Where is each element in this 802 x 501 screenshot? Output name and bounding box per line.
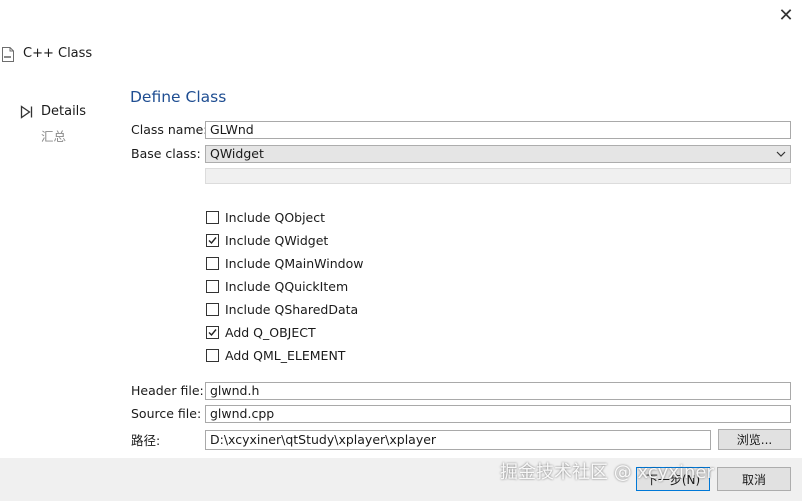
checkbox-label: Include QSharedData bbox=[225, 301, 359, 317]
cpp-file-icon bbox=[2, 47, 14, 62]
checkbox-box[interactable] bbox=[206, 302, 219, 316]
checkmark-icon bbox=[208, 328, 217, 336]
path-label: 路径: bbox=[131, 433, 161, 448]
chevron-down-icon bbox=[776, 151, 786, 157]
header-file-input[interactable]: glwnd.h bbox=[205, 382, 791, 400]
checkmark-icon bbox=[208, 236, 217, 244]
checkbox-include-qwidget[interactable]: Include QWidget bbox=[206, 231, 328, 249]
checkbox-label: Include QWidget bbox=[225, 232, 329, 248]
source-file-label: Source file: bbox=[131, 406, 202, 421]
checkbox-box[interactable] bbox=[206, 279, 219, 293]
base-class-extra-field bbox=[205, 168, 791, 184]
checkbox-label: Include QMainWindow bbox=[225, 255, 364, 271]
checkbox-include-qobject[interactable]: Include QObject bbox=[206, 208, 325, 226]
source-file-input[interactable]: glwnd.cpp bbox=[205, 405, 791, 423]
checkbox-box[interactable] bbox=[206, 256, 219, 270]
class-name-input[interactable]: GLWnd bbox=[205, 121, 791, 139]
header-file-label: Header file: bbox=[131, 383, 204, 398]
nav-item-details[interactable]: Details bbox=[41, 104, 86, 119]
base-class-selected-value: QWidget bbox=[210, 146, 264, 161]
checkbox-include-qquickitem[interactable]: Include QQuickItem bbox=[206, 277, 348, 295]
base-class-combobox[interactable]: QWidget bbox=[205, 145, 791, 163]
browse-button[interactable]: 浏览... bbox=[718, 429, 791, 450]
checkbox-label: Add Q_OBJECT bbox=[225, 324, 316, 340]
checkbox-label: Include QQuickItem bbox=[225, 278, 349, 294]
checkbox-add-qml-element[interactable]: Add QML_ELEMENT bbox=[206, 346, 345, 364]
checkbox-include-qmainwindow[interactable]: Include QMainWindow bbox=[206, 254, 363, 272]
close-icon: ✕ bbox=[778, 4, 794, 26]
close-button[interactable]: ✕ bbox=[770, 0, 802, 30]
wizard-dialog: ✕ C++ Class Details 汇总 Define Class Clas… bbox=[0, 0, 802, 501]
watermark-text: 掘金技术社区 @ xcyxiner bbox=[500, 462, 714, 483]
checkbox-box[interactable] bbox=[206, 348, 219, 362]
checkbox-box[interactable] bbox=[206, 325, 219, 339]
base-class-label: Base class: bbox=[131, 146, 201, 161]
class-name-label: Class name: bbox=[131, 122, 208, 137]
page-title: Define Class bbox=[130, 88, 227, 106]
window-title: C++ Class bbox=[23, 46, 93, 61]
current-step-arrow-icon bbox=[20, 105, 33, 119]
path-input[interactable]: D:\xcyxiner\qtStudy\xplayer\xplayer bbox=[205, 430, 711, 450]
checkbox-add-q-object[interactable]: Add Q_OBJECT bbox=[206, 323, 316, 341]
cancel-button[interactable]: 取消 bbox=[717, 467, 791, 491]
checkbox-include-qshareddata[interactable]: Include QSharedData bbox=[206, 300, 358, 318]
checkbox-label: Include QObject bbox=[225, 209, 326, 225]
checkbox-box[interactable] bbox=[206, 233, 219, 247]
checkbox-label: Add QML_ELEMENT bbox=[225, 347, 346, 363]
nav-item-summary[interactable]: 汇总 bbox=[41, 126, 66, 145]
checkbox-box[interactable] bbox=[206, 210, 219, 224]
